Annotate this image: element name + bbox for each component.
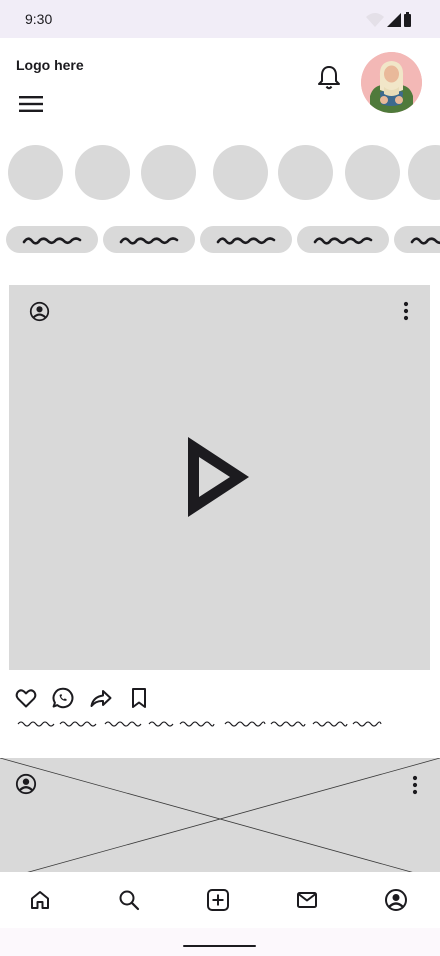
battery-icon (404, 14, 411, 27)
story-circle[interactable] (278, 145, 333, 200)
status-bar: 9:30 (0, 0, 440, 38)
chip-scribble (313, 237, 373, 245)
post-action-bar (14, 686, 174, 712)
chip-scribble (410, 237, 440, 245)
account-circle-icon[interactable] (29, 301, 50, 322)
story-circle[interactable] (408, 145, 440, 200)
filter-chip[interactable] (297, 226, 389, 253)
stories-row (0, 145, 440, 201)
filter-chip[interactable] (103, 226, 195, 253)
search-icon[interactable] (117, 888, 141, 912)
story-circle[interactable] (141, 145, 196, 200)
post-video-media[interactable] (9, 285, 430, 670)
bottom-navigation (0, 872, 440, 928)
hamburger-menu-icon[interactable] (16, 91, 46, 117)
bookmark-icon[interactable] (127, 686, 151, 710)
heart-icon[interactable] (14, 686, 38, 710)
cellular-signal-icon (387, 13, 401, 27)
gesture-handle[interactable] (183, 945, 256, 947)
chip-scribble (119, 237, 179, 245)
story-circle[interactable] (75, 145, 130, 200)
wifi-icon (366, 13, 384, 27)
user-avatar-illustration (361, 52, 422, 113)
play-icon[interactable] (185, 436, 251, 518)
account-circle-icon[interactable] (15, 773, 37, 795)
app-header: Logo here (0, 38, 440, 130)
add-box-icon[interactable] (206, 888, 230, 912)
more-vertical-icon[interactable] (398, 301, 414, 321)
story-circle[interactable] (213, 145, 268, 200)
logo-text: Logo here (16, 57, 84, 73)
filter-chip[interactable] (6, 226, 98, 253)
account-circle-icon[interactable] (384, 888, 408, 912)
filter-chip[interactable] (200, 226, 292, 253)
story-circle[interactable] (8, 145, 63, 200)
status-icons (366, 12, 411, 27)
story-circle[interactable] (345, 145, 400, 200)
home-icon[interactable] (28, 888, 52, 912)
share-icon[interactable] (89, 686, 113, 710)
post-caption-scribble (17, 721, 382, 727)
avatar[interactable] (361, 52, 422, 113)
post-image-placeholder[interactable] (0, 758, 440, 872)
comment-icon[interactable] (51, 686, 75, 710)
mail-icon[interactable] (295, 888, 319, 912)
chip-scribble (216, 237, 276, 245)
more-vertical-icon[interactable] (407, 775, 423, 795)
image-placeholder-cross (0, 758, 440, 872)
chip-scribble (22, 237, 82, 245)
bell-icon[interactable] (314, 63, 344, 93)
gesture-navigation-area (0, 928, 440, 956)
status-time: 9:30 (25, 11, 53, 27)
chips-row (0, 226, 440, 254)
filter-chip[interactable] (394, 226, 440, 253)
